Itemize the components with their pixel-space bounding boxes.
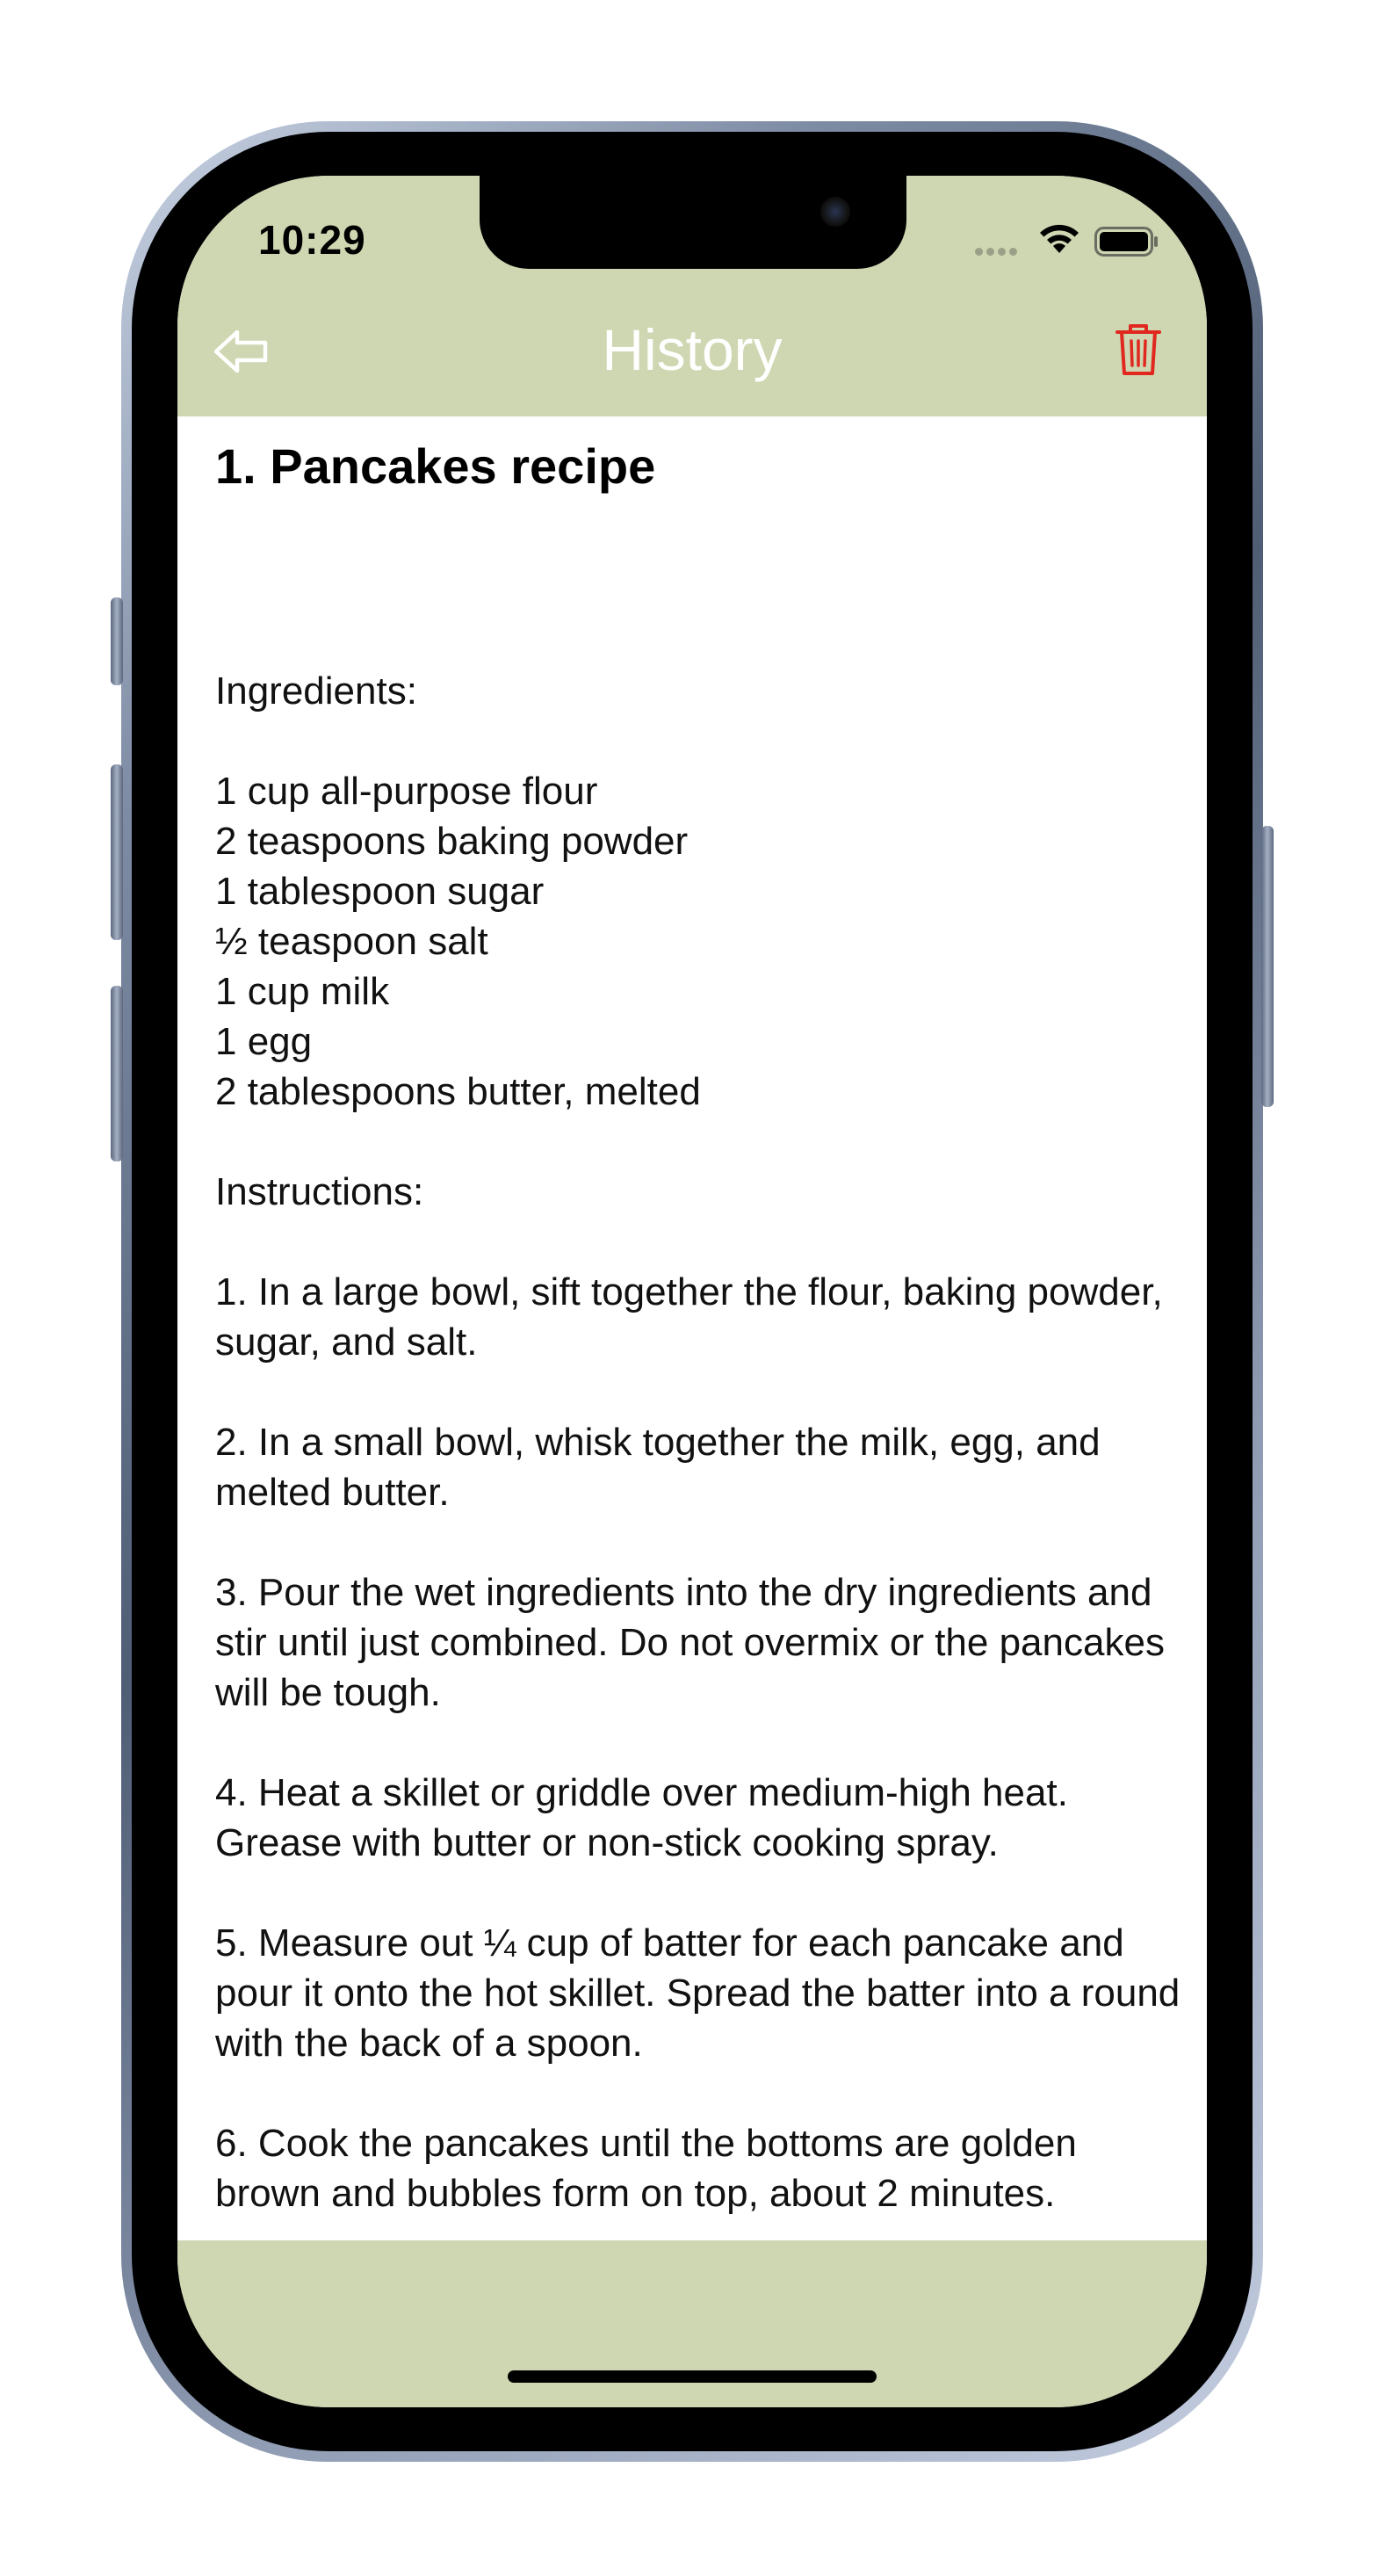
battery-icon bbox=[1094, 227, 1158, 257]
page-title: History bbox=[602, 317, 783, 382]
home-indicator[interactable] bbox=[508, 2370, 877, 2383]
device-mockup: 10:29 History 1. Pancakes recipe Ingredi… bbox=[0, 0, 1379, 2576]
ingredient-item: ½ teaspoon salt bbox=[215, 920, 488, 963]
ingredient-item: 2 teaspoons baking powder bbox=[215, 820, 689, 863]
front-camera bbox=[820, 197, 850, 227]
ingredient-item: 1 tablespoon sugar bbox=[215, 870, 545, 913]
trash-icon[interactable] bbox=[1114, 322, 1163, 378]
wifi-icon bbox=[1040, 224, 1079, 253]
app-screen: 10:29 History 1. Pancakes recipe Ingredi… bbox=[177, 176, 1207, 2407]
cellular-signal-icon bbox=[975, 244, 1021, 256]
status-time: 10:29 bbox=[258, 217, 366, 263]
top-bar: 10:29 History bbox=[177, 176, 1207, 416]
instruction-step: 6. Cook the pancakes until the bottoms a… bbox=[215, 2122, 1077, 2215]
ingredient-item: 1 cup milk bbox=[215, 970, 390, 1013]
history-content[interactable]: 1. Pancakes recipe Ingredients: 1 cup al… bbox=[177, 416, 1207, 2240]
ingredient-item: 1 cup all-purpose flour bbox=[215, 770, 598, 813]
power-button bbox=[1261, 826, 1274, 1107]
notch bbox=[480, 176, 906, 269]
instruction-step: 2. In a small bowl, whisk together the m… bbox=[215, 1421, 1101, 1514]
instruction-step: 5. Measure out ¼ cup of batter for each … bbox=[215, 1921, 1180, 2065]
instruction-step: 1. In a large bowl, sift together the fl… bbox=[215, 1270, 1163, 1364]
ingredient-item: 1 egg bbox=[215, 1020, 313, 1063]
mute-switch bbox=[111, 597, 123, 685]
ingredients-heading: Ingredients: bbox=[215, 669, 417, 713]
volume-up-button bbox=[111, 764, 123, 940]
volume-down-button bbox=[111, 986, 123, 1161]
instructions-heading: Instructions: bbox=[215, 1170, 424, 1213]
ingredient-item: 2 tablespoons butter, melted bbox=[215, 1070, 701, 1113]
instruction-step: 3. Pour the wet ingredients into the dry… bbox=[215, 1571, 1165, 1714]
ingredients-list: 1 cup all-purpose flour 2 teaspoons baki… bbox=[215, 766, 1190, 1117]
recipe-text: Ingredients: 1 cup all-purpose flour 2 t… bbox=[215, 666, 1190, 2240]
instruction-step: 4. Heat a skillet or griddle over medium… bbox=[215, 1771, 1068, 1864]
recipe-title: 1. Pancakes recipe bbox=[215, 438, 656, 494]
